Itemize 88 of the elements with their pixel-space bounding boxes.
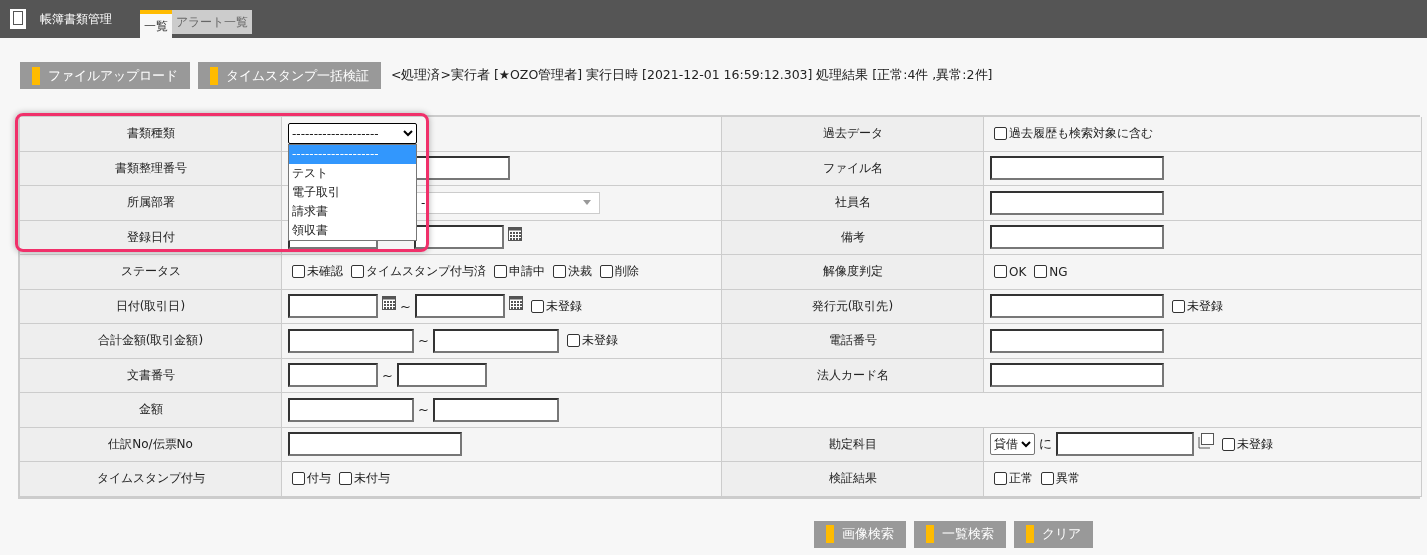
field-label: 法人カード名 <box>722 358 984 393</box>
field-label: 合計金額(取引金額) <box>20 324 282 359</box>
field-label: 日付(取引日) <box>20 289 282 324</box>
field-label: 仕訳No/伝票No <box>20 427 282 462</box>
checkbox[interactable] <box>351 265 364 279</box>
checkbox[interactable] <box>1034 265 1048 279</box>
process-status: <処理済>実行者 [★OZO管理者] 実行日時 [2021-12-01 16:59:12.303] 処理結果 [正常:4件 ,異常:2件] <box>391 67 993 84</box>
field-label: 勘定科目 <box>722 427 984 462</box>
checkbox[interactable] <box>600 265 613 279</box>
field-label: 過去データ <box>722 117 984 152</box>
calendar-icon[interactable] <box>382 295 396 310</box>
field-label: タイムスタンプ付与 <box>20 462 282 497</box>
checkbox-label[interactable]: 未登録 <box>530 297 582 315</box>
checkbox[interactable] <box>292 265 305 279</box>
date-field[interactable] <box>414 225 504 250</box>
input-field[interactable] <box>990 363 1164 388</box>
chevron-down-icon <box>1021 440 1031 448</box>
checkbox[interactable] <box>494 265 507 279</box>
window-icon[interactable] <box>1198 432 1214 449</box>
caret-down-icon <box>583 200 591 206</box>
checkbox-label[interactable]: 付与 <box>292 470 331 488</box>
checkbox-label[interactable]: 申請中 <box>494 263 545 281</box>
checkbox-label[interactable]: 未付与 <box>339 470 390 488</box>
field-label: ステータス <box>20 255 282 290</box>
field-label: 電話番号 <box>722 324 984 359</box>
field-label: 所属部署 <box>20 186 282 221</box>
field-label: 文書番号 <box>20 358 282 393</box>
document-type-select[interactable]: -------------------- <box>288 123 417 145</box>
field-label: 書類種類 <box>20 117 282 152</box>
checkbox-label[interactable]: 未登録 <box>1172 297 1223 315</box>
input-field[interactable] <box>288 397 414 422</box>
field-label: 金額 <box>20 393 282 428</box>
field-label: 発行元(取引先) <box>722 289 984 324</box>
checkbox-label[interactable]: 未登録 <box>566 332 618 350</box>
field-label: 備考 <box>722 220 984 255</box>
chevron-down-icon <box>403 130 413 138</box>
checkbox[interactable] <box>994 127 1007 141</box>
checkbox[interactable] <box>553 265 566 279</box>
checkbox[interactable] <box>1222 437 1235 451</box>
range-separator: ~ <box>400 298 411 314</box>
range-separator: ~ <box>382 367 393 383</box>
range-separator: ~ <box>418 402 429 418</box>
input-field[interactable] <box>990 328 1164 353</box>
input-field[interactable] <box>432 328 559 353</box>
input-field[interactable] <box>432 397 559 422</box>
input-field[interactable] <box>288 432 462 457</box>
input-field[interactable] <box>288 363 378 388</box>
checkbox-label[interactable]: 決裁 <box>553 263 592 281</box>
range-separator: ~ <box>418 333 429 349</box>
checkbox[interactable] <box>1172 299 1185 313</box>
checkbox-label[interactable]: NG <box>1034 264 1068 279</box>
checkbox[interactable] <box>530 299 544 313</box>
input-field[interactable] <box>1056 432 1194 457</box>
input-field[interactable] <box>990 156 1164 181</box>
calendar-icon[interactable] <box>508 295 523 310</box>
connector-text: に <box>1039 435 1052 454</box>
checkbox-label[interactable]: 正常 <box>994 470 1033 488</box>
input-field[interactable] <box>990 294 1164 319</box>
checkbox-label[interactable]: タイムスタンプ付与済 <box>351 263 486 281</box>
field-label: 書類整理番号 <box>20 151 282 186</box>
checkbox[interactable] <box>339 472 352 486</box>
calendar-icon[interactable] <box>508 226 522 241</box>
checkbox[interactable] <box>1041 472 1054 486</box>
debit-credit-select[interactable]: 貸借 <box>990 433 1035 456</box>
checkbox-label[interactable]: 過去履歴も検索対象に含む <box>994 125 1153 143</box>
date-field[interactable] <box>288 294 378 319</box>
checkbox-label[interactable]: OK <box>994 264 1027 279</box>
checkbox[interactable] <box>292 472 305 486</box>
checkbox[interactable] <box>566 334 580 348</box>
input-field[interactable] <box>288 328 414 353</box>
field-label: 検証結果 <box>722 462 984 497</box>
book-icon <box>10 9 26 29</box>
input-field[interactable] <box>990 190 1164 215</box>
field-label: 社員名 <box>722 186 984 221</box>
checkbox-label[interactable]: 未確認 <box>292 263 343 281</box>
field-label: ファイル名 <box>722 151 984 186</box>
input-field[interactable] <box>990 225 1164 250</box>
app-title: 帳簿書類管理 <box>40 10 112 28</box>
checkbox-label[interactable]: 削除 <box>600 263 639 281</box>
checkbox[interactable] <box>994 265 1007 279</box>
checkbox[interactable] <box>994 472 1007 486</box>
tab[interactable]: 一覧 <box>140 10 172 38</box>
field-label: 解像度判定 <box>722 255 984 290</box>
date-field[interactable] <box>414 294 505 319</box>
input-field[interactable] <box>396 363 487 388</box>
checkbox-label[interactable]: 未登録 <box>1222 435 1273 453</box>
tab[interactable]: アラート一覧 <box>172 10 252 34</box>
checkbox-label[interactable]: 異常 <box>1041 470 1080 488</box>
